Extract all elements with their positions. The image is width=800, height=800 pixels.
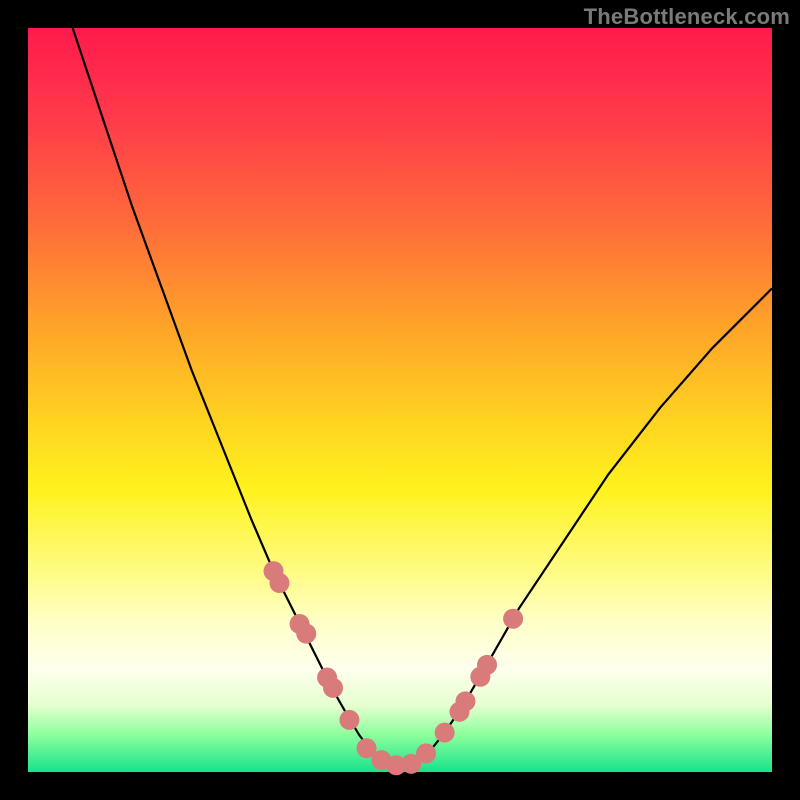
chart-stage: TheBottleneck.com	[0, 0, 800, 800]
marker-dot	[455, 691, 475, 711]
marker-dot	[296, 624, 316, 644]
marker-dot	[503, 609, 523, 629]
marker-dot	[269, 573, 289, 593]
marker-group	[264, 561, 524, 775]
marker-dot	[323, 678, 343, 698]
chart-svg	[28, 28, 772, 772]
watermark-text: TheBottleneck.com	[584, 4, 790, 30]
marker-dot	[416, 743, 436, 763]
marker-dot	[435, 723, 455, 743]
plot-area	[28, 28, 772, 772]
marker-dot	[339, 710, 359, 730]
bottleneck-curve	[73, 28, 772, 766]
marker-dot	[477, 655, 497, 675]
